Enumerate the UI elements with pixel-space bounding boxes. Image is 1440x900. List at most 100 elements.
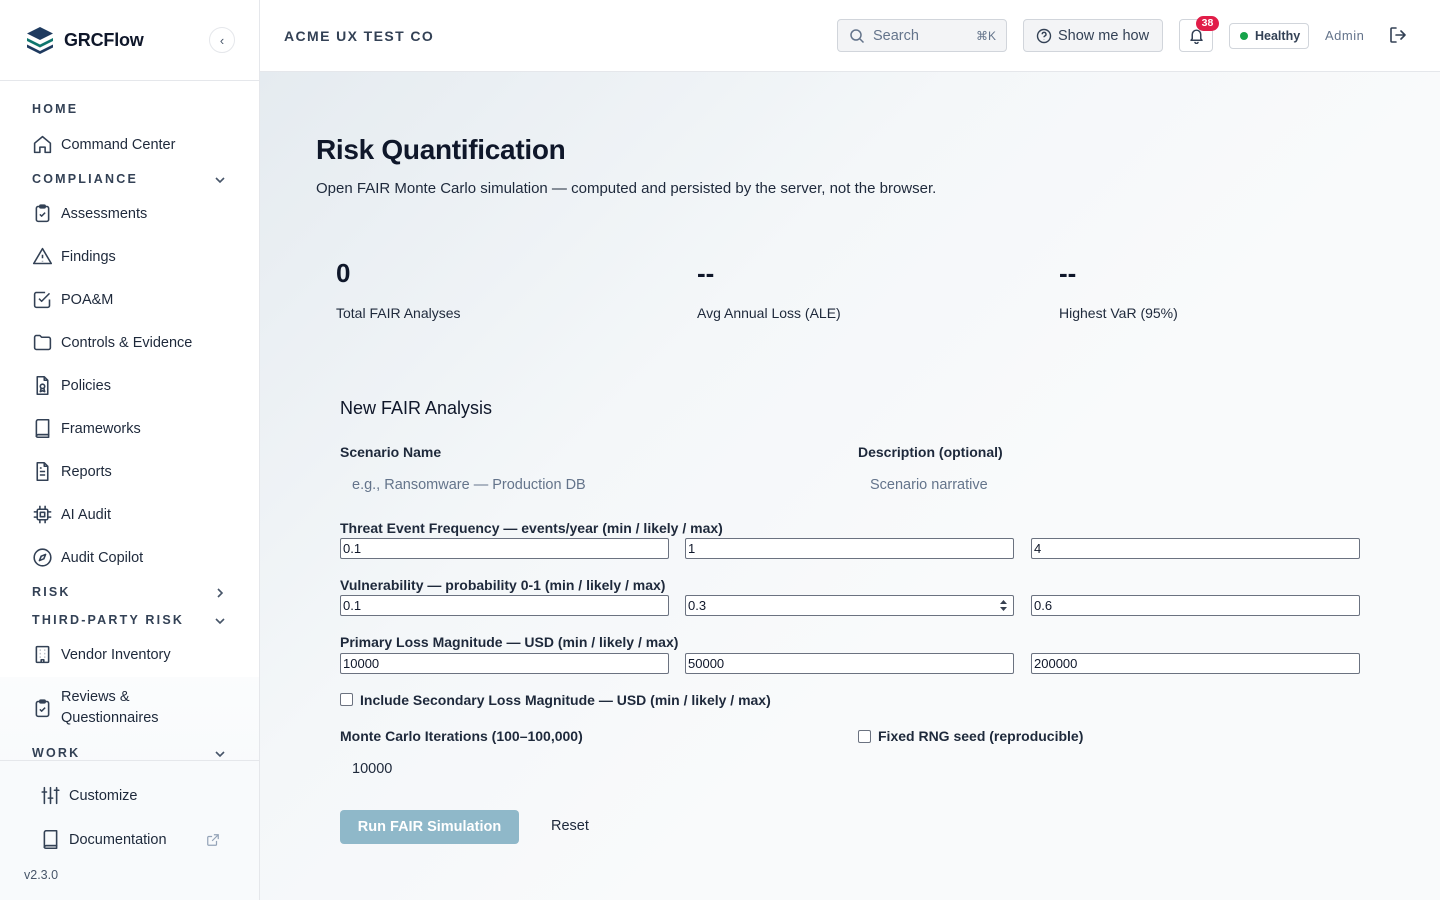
vuln-likely-input[interactable]: 0.3	[685, 595, 1014, 616]
nav-section-risk[interactable]: RISK	[32, 585, 71, 599]
compass-icon	[33, 548, 52, 567]
organization-name: ACME UX TEST CO	[284, 28, 435, 44]
checkbox-icon	[33, 291, 51, 309]
plm-min-input[interactable]: 10000	[340, 653, 669, 674]
brand: GRCFlow ‹	[0, 0, 259, 81]
fixed-seed-label[interactable]: Fixed RNG seed (reproducible)	[878, 728, 1083, 744]
iterations-label: Monte Carlo Iterations (100–100,000)	[340, 728, 583, 744]
secondary-loss-label[interactable]: Include Secondary Loss Magnitude — USD (…	[360, 692, 771, 708]
scenario-name-input[interactable]: e.g., Ransomware — Production DB	[352, 477, 752, 493]
customize-button[interactable]: Customize	[40, 785, 138, 806]
logo-layers-icon	[27, 27, 53, 54]
external-link-icon	[207, 834, 219, 846]
sidebar-item-findings[interactable]: Findings	[32, 246, 116, 267]
sidebar-item-label: Reviews & Questionnaires	[61, 687, 159, 729]
sidebar-item-policies[interactable]: Policies	[32, 375, 111, 396]
sidebar-item-controls-evidence[interactable]: Controls & Evidence	[32, 332, 192, 353]
stat-label: Highest VaR (95%)	[1059, 305, 1178, 321]
documentation-label: Documentation	[69, 831, 167, 848]
scenario-name-label: Scenario Name	[340, 444, 442, 460]
sidebar-item-poam[interactable]: POA&M	[32, 289, 113, 310]
status-dot-icon	[1240, 32, 1248, 40]
policy-document-icon	[36, 375, 49, 396]
page-title: Risk Quantification	[316, 134, 566, 165]
fixed-seed-checkbox[interactable]	[858, 730, 871, 743]
sidebar-footer: Customize Documentation v2.3.0	[0, 760, 259, 900]
search-shortcut: ⌘K	[975, 29, 996, 43]
sidebar-item-ai-audit[interactable]: AI Audit	[32, 504, 111, 525]
sidebar-item-label: Command Center	[61, 136, 176, 153]
sidebar-item-label: Reports	[61, 463, 112, 480]
app-version: v2.3.0	[24, 868, 59, 882]
sliders-icon	[41, 786, 60, 805]
health-status-label: Healthy	[1255, 29, 1301, 43]
logout-icon[interactable]	[1388, 25, 1408, 45]
chevron-down-icon[interactable]	[212, 613, 228, 629]
sidebar: GRCFlow ‹ HOME Command Center COMPLIANCE…	[0, 0, 260, 900]
reset-button[interactable]: Reset	[551, 818, 589, 834]
stat-total-analyses: 0 Total FAIR Analyses	[336, 258, 461, 321]
sidebar-item-label: Audit Copilot	[61, 549, 144, 566]
vuln-likely-value: 0.3	[688, 598, 707, 613]
sidebar-item-command-center[interactable]: Command Center	[32, 134, 175, 155]
brand-name: GRCFlow	[64, 29, 144, 50]
sidebar-item-label: Vendor Inventory	[61, 646, 171, 663]
sidebar-item-assessments[interactable]: Assessments	[32, 203, 147, 224]
book-icon	[43, 829, 58, 850]
collapse-sidebar-button[interactable]: ‹	[209, 27, 235, 53]
tef-likely-input[interactable]: 1	[685, 538, 1014, 559]
search-placeholder: Search	[873, 27, 919, 44]
folder-icon	[33, 334, 52, 351]
nav-section-third-party-risk[interactable]: THIRD-PARTY RISK	[32, 613, 184, 627]
tef-label: Threat Event Frequency — events/year (mi…	[340, 520, 723, 536]
stat-label: Total FAIR Analyses	[336, 305, 461, 321]
sidebar-item-label: AI Audit	[61, 506, 111, 523]
health-status-badge[interactable]: Healthy	[1229, 23, 1309, 49]
iterations-input[interactable]: 10000	[352, 761, 392, 777]
show-me-how-label: Show me how	[1058, 27, 1150, 44]
show-me-how-button[interactable]: Show me how	[1023, 19, 1163, 52]
description-input[interactable]: Scenario narrative	[870, 477, 1270, 493]
help-circle-icon	[1036, 28, 1052, 43]
form-title: New FAIR Analysis	[340, 398, 493, 418]
sidebar-item-label: Policies	[61, 377, 111, 394]
file-text-icon	[36, 461, 49, 482]
search-input[interactable]: Search ⌘K	[837, 19, 1007, 52]
chevron-left-icon: ‹	[219, 32, 225, 48]
sidebar-item-audit-copilot[interactable]: Audit Copilot	[32, 547, 143, 568]
plm-likely-input[interactable]: 50000	[685, 653, 1014, 674]
customize-label: Customize	[69, 787, 138, 804]
plm-max-input[interactable]: 200000	[1031, 653, 1360, 674]
vulnerability-label: Vulnerability — probability 0-1 (min / l…	[340, 577, 666, 593]
search-icon	[850, 28, 865, 43]
stat-value: 0	[336, 258, 351, 288]
sidebar-item-reports[interactable]: Reports	[32, 461, 112, 482]
vuln-max-input[interactable]: 0.6	[1031, 595, 1360, 616]
sidebar-item-label-line1: Reviews &	[61, 689, 130, 705]
run-simulation-button[interactable]: Run FAIR Simulation	[340, 810, 519, 844]
chevron-down-icon[interactable]	[212, 746, 228, 760]
nav-section-compliance[interactable]: COMPLIANCE	[32, 172, 138, 186]
cpu-chip-icon	[33, 505, 52, 524]
stat-value: --	[697, 258, 715, 288]
spinner-arrows-icon[interactable]	[999, 599, 1008, 612]
nav-section-work[interactable]: WORK	[32, 746, 80, 760]
tef-max-input[interactable]: 4	[1031, 538, 1360, 559]
chevron-down-icon[interactable]	[212, 172, 228, 188]
sidebar-item-label: Findings	[61, 248, 116, 265]
main-content: Risk Quantification Open FAIR Monte Carl…	[260, 72, 1440, 900]
sidebar-item-vendor-inventory[interactable]: Vendor Inventory	[32, 644, 171, 665]
sidebar-item-reviews-questionnaires[interactable]: Reviews & Questionnaires	[32, 687, 159, 729]
sidebar-item-frameworks[interactable]: Frameworks	[32, 418, 141, 439]
vuln-min-input[interactable]: 0.1	[340, 595, 669, 616]
tef-min-input[interactable]: 0.1	[340, 538, 669, 559]
sidebar-nav: HOME Command Center COMPLIANCE Assessmen…	[0, 81, 259, 760]
book-icon	[35, 418, 50, 439]
chevron-right-icon[interactable]	[212, 585, 228, 601]
sidebar-item-label: Assessments	[61, 205, 148, 222]
page-subtitle: Open FAIR Monte Carlo simulation — compu…	[316, 180, 937, 197]
user-role[interactable]: Admin	[1325, 28, 1364, 43]
warning-triangle-icon	[32, 247, 53, 265]
secondary-loss-checkbox[interactable]	[340, 693, 353, 706]
documentation-link[interactable]: Documentation	[40, 829, 167, 850]
